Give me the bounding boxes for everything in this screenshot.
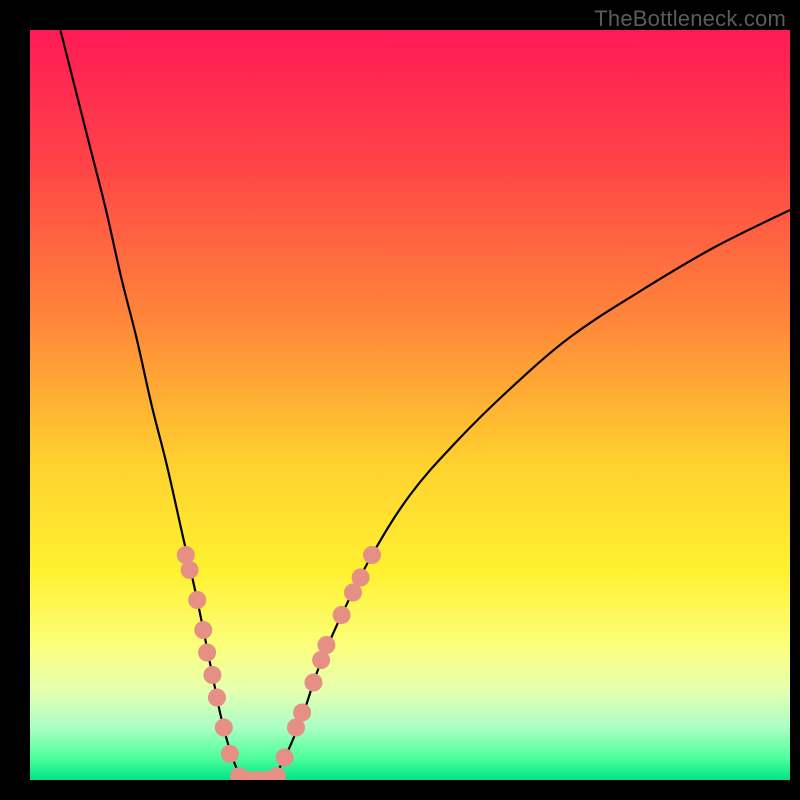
data-marker xyxy=(352,569,370,587)
marker-group xyxy=(177,546,381,780)
data-marker xyxy=(268,767,286,780)
data-marker xyxy=(333,606,351,624)
right-branch-curve xyxy=(273,210,790,780)
data-marker xyxy=(194,621,212,639)
data-marker xyxy=(317,636,335,654)
data-marker xyxy=(208,689,226,707)
data-marker xyxy=(188,591,206,609)
data-marker xyxy=(181,561,199,579)
curve-layer xyxy=(30,30,790,780)
watermark-text: TheBottleneck.com xyxy=(594,6,786,32)
data-marker xyxy=(215,719,233,737)
data-marker xyxy=(304,674,322,692)
data-marker xyxy=(203,666,221,684)
data-marker xyxy=(198,644,216,662)
plot-area xyxy=(30,30,790,780)
data-marker xyxy=(293,704,311,722)
data-marker xyxy=(363,546,381,564)
outer-frame: TheBottleneck.com xyxy=(0,0,800,800)
data-marker xyxy=(221,745,239,763)
data-marker xyxy=(177,546,195,564)
data-marker xyxy=(276,749,294,767)
